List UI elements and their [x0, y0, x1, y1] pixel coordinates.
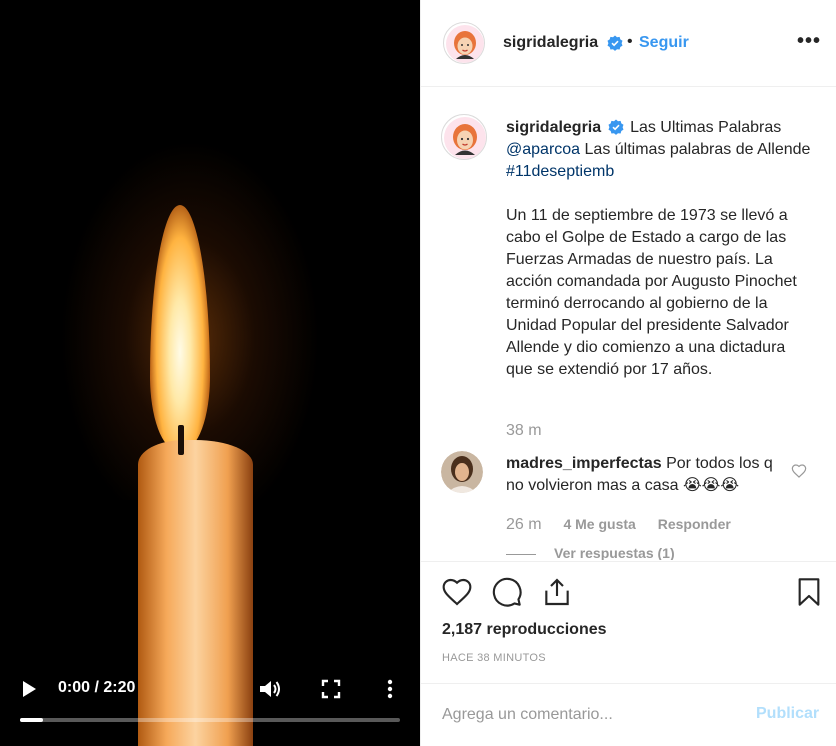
post-side-panel: sigridalegria • Seguir ••• sigridalegria — [420, 0, 836, 746]
progress-bar[interactable] — [20, 718, 400, 722]
more-vertical-icon[interactable] — [382, 678, 398, 700]
comment-like-icon[interactable] — [791, 463, 807, 479]
progress-fill — [20, 718, 43, 722]
comments-list[interactable]: sigridalegria Las Ultimas Palabras @apar… — [421, 88, 836, 560]
post-timestamp: HACE 38 MINUTOS — [442, 652, 546, 664]
bookmark-icon[interactable] — [793, 576, 825, 608]
caption-line: Las últimas palabras de Allende — [584, 141, 811, 158]
add-comment-section: Publicar — [421, 683, 836, 746]
comment-text: madres_imperfectas Por todos los q no vo… — [506, 453, 791, 497]
volume-icon[interactable] — [258, 678, 282, 700]
comment-username[interactable]: madres_imperfectas — [506, 455, 662, 472]
comment-meta: 26 m 4 Me gusta Responder — [506, 516, 749, 534]
time-readout: 0:00 / 2:20 — [58, 679, 136, 696]
caption-time: 38 m — [506, 422, 542, 439]
comment-icon[interactable] — [491, 576, 523, 608]
candle-wick — [178, 425, 184, 455]
heart-icon[interactable] — [441, 576, 473, 608]
replies-divider — [506, 553, 536, 555]
post-header: sigridalegria • Seguir ••• — [421, 0, 836, 87]
play-icon[interactable] — [20, 680, 38, 698]
fullscreen-icon[interactable] — [320, 678, 342, 700]
reply-button[interactable]: Responder — [658, 516, 731, 532]
mention-link[interactable]: @aparcoa — [506, 141, 580, 158]
caption-avatar[interactable] — [441, 114, 487, 160]
separator-dot: • — [627, 33, 633, 50]
post-actions: 2,187 reproducciones HACE 38 MINUTOS — [421, 561, 836, 678]
header-username[interactable]: sigridalegria — [503, 34, 598, 52]
verified-icon — [608, 119, 624, 135]
view-replies-label: Ver respuestas (1) — [554, 545, 675, 560]
share-icon[interactable] — [541, 576, 573, 608]
view-replies-button[interactable]: Ver respuestas (1) — [506, 545, 675, 560]
comment-input[interactable] — [442, 702, 742, 728]
caption-body: Un 11 de septiembre de 1973 se llevó a c… — [506, 207, 797, 378]
avatar[interactable] — [443, 22, 485, 64]
caption-text: sigridalegria Las Ultimas Palabras @apar… — [506, 117, 816, 183]
comment-avatar[interactable] — [441, 451, 483, 493]
caption-username[interactable]: sigridalegria — [506, 119, 601, 136]
publish-button[interactable]: Publicar — [756, 705, 819, 723]
more-options-icon[interactable]: ••• — [797, 30, 821, 53]
video-player[interactable]: 0:00 / 2:20 — [0, 0, 420, 746]
caption-title: Las Ultimas Palabras — [630, 119, 782, 136]
candle — [138, 440, 253, 746]
view-count[interactable]: 2,187 reproducciones — [442, 621, 607, 639]
comment-time: 26 m — [506, 516, 542, 533]
comment-likes[interactable]: 4 Me gusta — [563, 516, 635, 532]
follow-button[interactable]: Seguir — [639, 34, 689, 52]
hashtag-link[interactable]: #11deseptiemb — [506, 163, 614, 180]
verified-icon — [607, 35, 623, 56]
